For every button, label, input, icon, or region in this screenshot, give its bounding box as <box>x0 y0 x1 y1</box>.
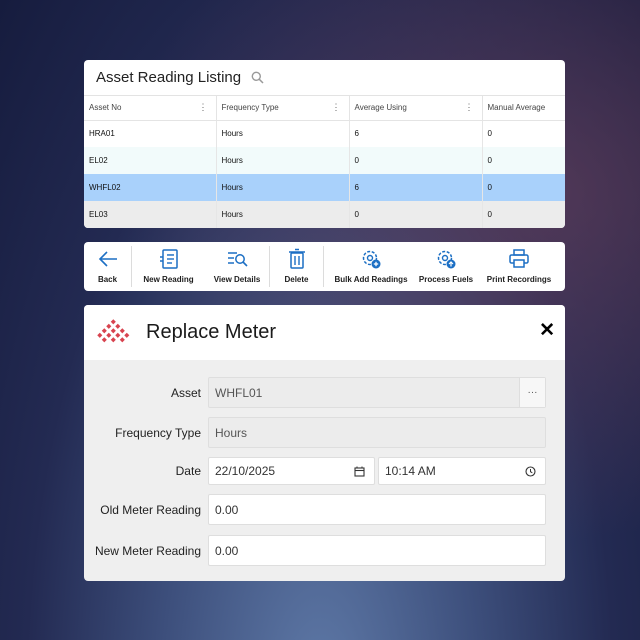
date-value: 22/10/2025 <box>215 464 276 478</box>
trash-icon <box>288 248 305 269</box>
column-header-label: Asset No <box>89 103 122 113</box>
cell-average-using: 6 <box>349 120 483 147</box>
process-fuels-label: Process Fuels <box>418 275 474 284</box>
cell-asset-no: WHFL02 <box>84 174 217 201</box>
time-value: 10:14 AM <box>385 464 436 478</box>
asset-value: WHFL01 <box>215 385 263 400</box>
new-meter-input[interactable]: 0.00 <box>208 535 546 566</box>
date-input[interactable]: 22/10/2025 <box>208 457 375 485</box>
cell-frequency-type: Hours <box>216 201 350 228</box>
search-icon[interactable] <box>251 71 264 84</box>
time-input[interactable]: 10:14 AM <box>378 457 546 485</box>
new-meter-value: 0.00 <box>215 543 239 558</box>
asset-field[interactable]: WHFL01 ··· <box>208 377 546 408</box>
view-details-button[interactable]: View Details <box>205 242 269 291</box>
new-meter-row: New Meter Reading 0.00 <box>84 535 565 566</box>
gear-add-icon <box>362 250 381 269</box>
bulk-add-readings-button[interactable]: Bulk Add Readings <box>324 242 418 291</box>
date-row: Date 22/10/2025 10:14 AM <box>84 457 565 485</box>
date-label: Date <box>175 464 201 478</box>
column-header-manual-average[interactable]: Manual Average <box>482 96 565 121</box>
column-header-frequency-type[interactable]: Frequency Type ⋮ <box>216 96 350 121</box>
asset-reading-listing-panel: Asset Reading Listing Asset No ⋮ Frequenc… <box>84 60 565 228</box>
dialog-header: Replace Meter ✕ <box>84 305 565 360</box>
cell-manual-average: 0 <box>482 147 565 174</box>
new-document-icon <box>159 249 178 269</box>
column-menu-icon[interactable]: ⋮ <box>332 102 341 113</box>
cell-average-using: 0 <box>349 147 483 174</box>
table-row-selected[interactable]: WHFL02 Hours 6 0 <box>84 174 565 201</box>
table-row[interactable]: EL03 Hours 0 0 <box>84 201 565 228</box>
cell-manual-average: 0 <box>482 174 565 201</box>
asset-lookup-button[interactable]: ··· <box>519 378 545 407</box>
gear-process-icon <box>437 250 456 269</box>
listing-header: Asset Reading Listing <box>84 60 565 96</box>
frequency-field: Hours <box>208 417 546 448</box>
frequency-row: Frequency Type Hours <box>84 417 565 448</box>
old-meter-label: Old Meter Reading <box>100 502 201 517</box>
bulk-add-readings-label: Bulk Add Readings <box>334 275 408 284</box>
column-header-label: Frequency Type <box>221 103 279 113</box>
new-reading-button[interactable]: New Reading <box>132 242 205 291</box>
old-meter-input[interactable]: 0.00 <box>208 494 546 525</box>
new-meter-label: New Meter Reading <box>94 543 201 558</box>
print-recordings-button[interactable]: Print Recordings <box>474 242 564 291</box>
column-header-average-using[interactable]: Average Using ⋮ <box>349 96 483 121</box>
replace-meter-dialog: Replace Meter ✕ Asset WHFL01 ··· Frequen… <box>84 305 565 581</box>
frequency-value: Hours <box>215 425 248 440</box>
back-button[interactable]: Back <box>84 242 131 291</box>
view-details-label: View Details <box>213 275 261 284</box>
arrow-left-icon <box>98 251 117 267</box>
asset-reading-table: Asset No ⋮ Frequency Type ⋮ Average Using ⋮… <box>84 96 565 228</box>
asset-label: Asset <box>170 385 201 400</box>
table-header-row: Asset No ⋮ Frequency Type ⋮ Average Using ⋮… <box>84 96 565 121</box>
cell-average-using: 0 <box>349 201 483 228</box>
printer-icon <box>509 249 529 268</box>
table-row[interactable]: EL02 Hours 0 0 <box>84 147 565 174</box>
close-icon[interactable]: ✕ <box>539 321 555 340</box>
back-label: Back <box>97 275 118 284</box>
delete-button[interactable]: Delete <box>270 242 323 291</box>
column-header-label: Manual Average <box>487 103 546 113</box>
new-reading-label: New Reading <box>143 275 194 284</box>
cell-manual-average: 0 <box>482 120 565 147</box>
cell-asset-no: HRA01 <box>84 120 217 147</box>
calendar-icon[interactable] <box>354 466 365 477</box>
column-header-asset-no[interactable]: Asset No ⋮ <box>84 96 217 121</box>
column-menu-icon[interactable]: ⋮ <box>199 102 208 113</box>
column-menu-icon[interactable]: ⋮ <box>465 102 474 113</box>
dialog-title: Replace Meter <box>146 321 277 343</box>
list-search-icon <box>228 252 248 267</box>
cell-manual-average: 0 <box>482 201 565 228</box>
table-row[interactable]: HRA01 Hours 6 0 <box>84 120 565 147</box>
cell-asset-no: EL03 <box>84 201 217 228</box>
action-toolbar: Back New Reading View Details Delete Bul… <box>84 242 565 291</box>
listing-title: Asset Reading Listing <box>96 69 242 86</box>
delete-label: Delete <box>284 275 309 284</box>
process-fuels-button[interactable]: Process Fuels <box>418 242 474 291</box>
old-meter-row: Old Meter Reading 0.00 <box>84 494 565 525</box>
cell-asset-no: EL02 <box>84 147 217 174</box>
cell-average-using: 6 <box>349 174 483 201</box>
asset-row: Asset WHFL01 ··· <box>84 377 565 408</box>
print-recordings-label: Print Recordings <box>486 275 552 284</box>
column-header-label: Average Using <box>354 103 407 113</box>
cell-frequency-type: Hours <box>216 147 350 174</box>
company-logo-icon <box>97 318 130 342</box>
clock-icon[interactable] <box>525 466 536 477</box>
cell-frequency-type: Hours <box>216 174 350 201</box>
cell-frequency-type: Hours <box>216 120 350 147</box>
old-meter-value: 0.00 <box>215 502 239 517</box>
frequency-label: Frequency Type <box>115 425 201 440</box>
